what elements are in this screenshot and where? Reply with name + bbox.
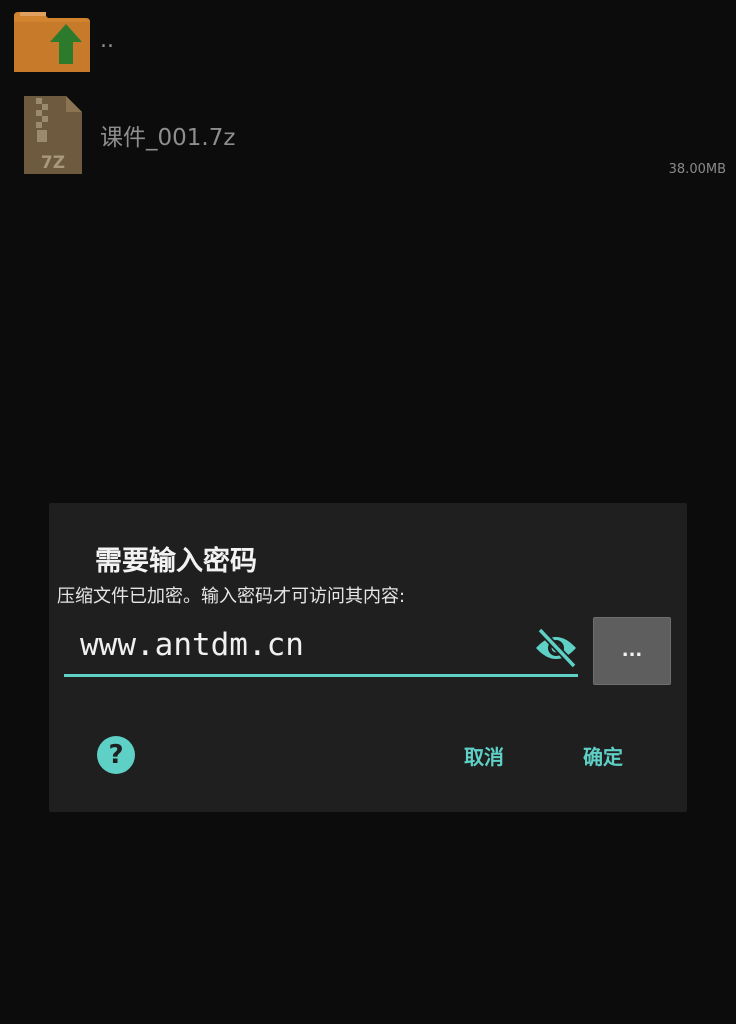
password-dialog: 需要输入密码 压缩文件已加密。输入密码才可访问其内容: ... ? 取消 确定 bbox=[49, 503, 687, 812]
folder-up-icon bbox=[14, 12, 90, 72]
dialog-title: 需要输入密码 bbox=[95, 546, 257, 577]
password-field-underline bbox=[64, 674, 578, 677]
password-input[interactable] bbox=[64, 618, 524, 672]
password-field bbox=[64, 618, 578, 677]
file-name: 课件_001.7z bbox=[100, 125, 236, 151]
parent-directory-label: .. bbox=[100, 28, 114, 53]
cancel-button[interactable]: 取消 bbox=[464, 741, 504, 770]
help-icon[interactable]: ? bbox=[97, 736, 135, 774]
file-list-item[interactable]: 7Z 课件_001.7z 38.00MB bbox=[0, 88, 736, 178]
eye-off-icon[interactable] bbox=[534, 628, 578, 668]
dialog-message: 压缩文件已加密。输入密码才可访问其内容: bbox=[57, 586, 406, 607]
file-size: 38.00MB bbox=[668, 162, 726, 177]
7z-archive-icon: 7Z bbox=[24, 96, 82, 174]
parent-directory-row[interactable]: .. bbox=[0, 0, 736, 90]
ok-button[interactable]: 确定 bbox=[583, 741, 623, 770]
browse-button[interactable]: ... bbox=[593, 617, 671, 685]
archive-type-label: 7Z bbox=[41, 153, 65, 173]
file-browser-screen: .. 7Z 课件_001.7z 38.00MB 需要输入密码 压缩文件已加密。输… bbox=[0, 0, 736, 1024]
